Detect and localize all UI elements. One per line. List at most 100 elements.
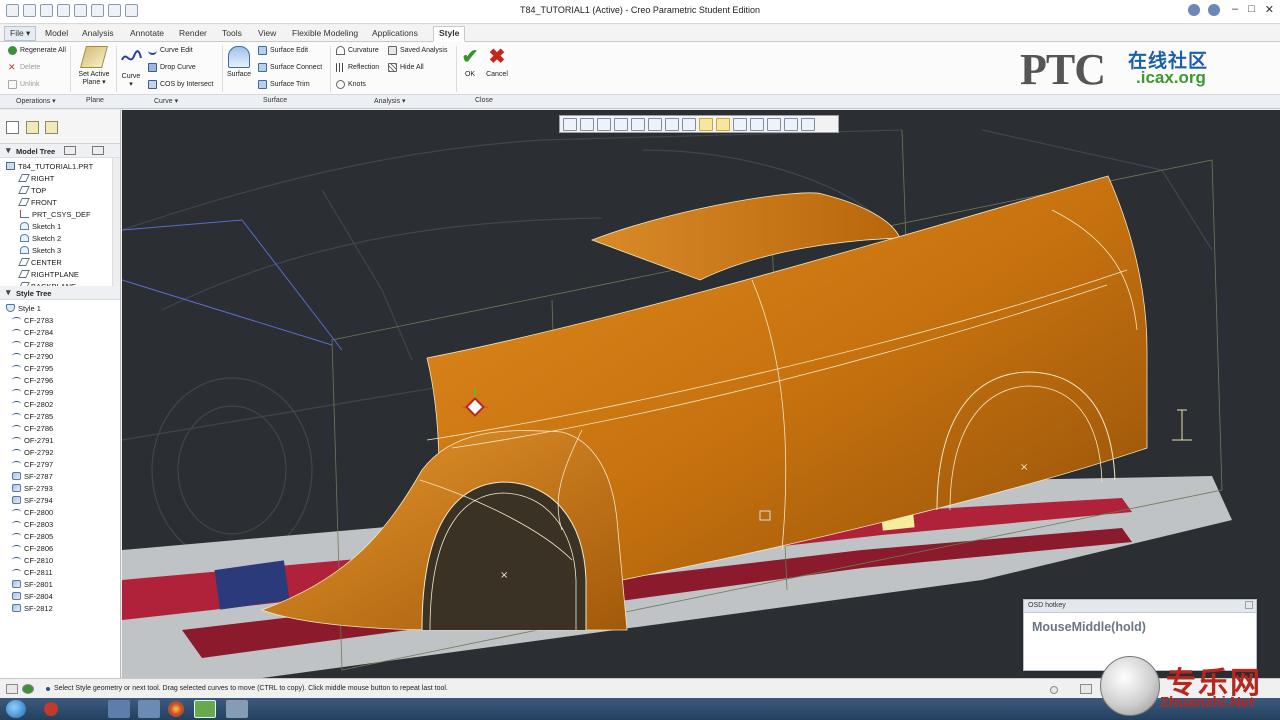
tree-item-rightplane[interactable]: RIGHTPLANE xyxy=(6,268,120,280)
favorites-icon[interactable] xyxy=(45,121,58,134)
set-active-plane-button[interactable]: Set Active Plane ▾ xyxy=(74,46,114,86)
style-tree-item[interactable]: CF-2796 xyxy=(6,374,120,386)
style-tree-item[interactable]: SF-2793 xyxy=(6,482,120,494)
model-tree-scrollbar[interactable] xyxy=(112,158,120,286)
zoom-in-icon[interactable] xyxy=(580,117,594,131)
style-tree-item[interactable]: CF-2785 xyxy=(6,410,120,422)
style-tree-item[interactable]: CF-2786 xyxy=(6,422,120,434)
spin-center-toggle-icon[interactable] xyxy=(733,117,747,131)
datum-display-icon[interactable] xyxy=(699,117,713,131)
unlink-button[interactable]: Unlink xyxy=(8,80,39,89)
style-tree-item[interactable]: CF-2795 xyxy=(6,362,120,374)
search-help-icon[interactable] xyxy=(1208,4,1220,16)
tab-annotate[interactable]: Annotate xyxy=(125,27,169,39)
style-tree-item[interactable]: CF-2790 xyxy=(6,350,120,362)
taskbar-app-icon[interactable] xyxy=(226,700,248,718)
tab-view[interactable]: View xyxy=(253,27,281,39)
regenerate-all-button[interactable]: Regenerate All xyxy=(8,46,66,55)
tab-file[interactable]: File ▾ xyxy=(4,26,37,41)
knots-button[interactable]: Knots xyxy=(336,80,366,89)
osd-close-icon[interactable] xyxy=(1245,601,1253,609)
minimize-button[interactable]: – xyxy=(1232,3,1238,16)
surface-trim-button[interactable]: Surface Trim xyxy=(258,80,310,89)
surface-connect-button[interactable]: Surface Connect xyxy=(258,63,322,72)
tab-analysis[interactable]: Analysis xyxy=(77,27,119,39)
tree-item-center[interactable]: CENTER xyxy=(6,256,120,268)
drop-curve-button[interactable]: Drop Curve xyxy=(148,63,196,72)
tab-style[interactable]: Style xyxy=(433,26,466,42)
view-normal-icon[interactable] xyxy=(784,117,798,131)
style-tree-item[interactable]: CF-2783 xyxy=(6,314,120,326)
tab-flexible-modeling[interactable]: Flexible Modeling xyxy=(287,27,363,39)
tree-item-part[interactable]: T84_TUTORIAL1.PRT xyxy=(6,160,120,172)
style-tree-item[interactable]: SF-2804 xyxy=(6,590,120,602)
help-icon[interactable] xyxy=(1188,4,1200,16)
style-tree-item[interactable]: SF-2801 xyxy=(6,578,120,590)
zoom-out-icon[interactable] xyxy=(597,117,611,131)
browser-icon[interactable] xyxy=(168,701,184,717)
curve-button[interactable]: Curve ▾ xyxy=(118,46,144,88)
taskbar-app-icon[interactable] xyxy=(138,700,160,718)
tree-item-sketch-3[interactable]: Sketch 3 xyxy=(6,244,120,256)
taskbar-app-icon[interactable] xyxy=(44,702,58,716)
surface-button[interactable]: Surface xyxy=(224,46,254,78)
style-tree-item[interactable]: CF-2811 xyxy=(6,566,120,578)
creo-taskbar-icon[interactable] xyxy=(194,700,216,718)
hide-all-button[interactable]: Hide All xyxy=(388,63,424,72)
style-tree-item[interactable]: CF-2799 xyxy=(6,386,120,398)
surface-edit-button[interactable]: Surface Edit xyxy=(258,46,308,55)
taskbar-app-icon[interactable] xyxy=(108,700,130,718)
saved-orientations-icon[interactable] xyxy=(648,117,662,131)
perspective-icon[interactable] xyxy=(682,117,696,131)
tree-settings-icon[interactable] xyxy=(64,146,76,155)
cos-by-intersect-button[interactable]: COS by Intersect xyxy=(148,80,213,89)
style-tree-item[interactable]: CF-2805 xyxy=(6,530,120,542)
show-menu-icon[interactable] xyxy=(92,146,104,155)
close-button[interactable]: ✕ xyxy=(1265,3,1274,16)
tree-item-right[interactable]: RIGHT xyxy=(6,172,120,184)
style-tree-item[interactable]: CF-2810 xyxy=(6,554,120,566)
tab-render[interactable]: Render xyxy=(174,27,212,39)
browser-toggle-icon[interactable] xyxy=(22,684,34,694)
tab-model[interactable]: Model xyxy=(40,27,73,39)
tab-applications[interactable]: Applications xyxy=(367,27,423,39)
curvature-button[interactable]: Curvature xyxy=(336,46,379,55)
style-tree-item[interactable]: CF-2803 xyxy=(6,518,120,530)
curve-group-label[interactable]: Curve ▾ xyxy=(154,97,178,105)
cancel-button[interactable]: ✖ Cancel xyxy=(484,46,510,78)
section-icon[interactable] xyxy=(750,117,764,131)
tab-tools[interactable]: Tools xyxy=(217,27,247,39)
saved-analysis-button[interactable]: Saved Analysis xyxy=(388,46,447,55)
display-style-icon[interactable] xyxy=(631,117,645,131)
style-tree-header[interactable]: Style Tree xyxy=(0,286,120,300)
folder-browser-icon[interactable] xyxy=(26,121,39,134)
annotation-display-icon[interactable] xyxy=(716,117,730,131)
style-tree-item[interactable]: CF-2806 xyxy=(6,542,120,554)
curve-edit-button[interactable]: Curve Edit xyxy=(148,46,193,55)
style-display-icon[interactable] xyxy=(801,117,815,131)
style-tree-item[interactable]: OF-2792 xyxy=(6,446,120,458)
style-tree-item[interactable]: SF-2787 xyxy=(6,470,120,482)
analysis-group-label[interactable]: Analysis ▾ xyxy=(374,97,406,105)
maximize-button[interactable]: □ xyxy=(1248,3,1255,16)
style-tree-item[interactable]: OF-2791 xyxy=(6,434,120,446)
style-tree-item[interactable]: CF-2797 xyxy=(6,458,120,470)
appearance-icon[interactable] xyxy=(767,117,781,131)
tree-item-sketch-1[interactable]: Sketch 1 xyxy=(6,220,120,232)
ok-button[interactable]: ✔ OK xyxy=(459,46,481,78)
graphics-window[interactable]: × × OSD hotkey MouseMiddle(hold) xyxy=(122,110,1280,678)
style-tree-item[interactable]: CF-2784 xyxy=(6,326,120,338)
style-tree-item[interactable]: CF-2800 xyxy=(6,506,120,518)
tree-item-front[interactable]: FRONT xyxy=(6,196,120,208)
style-tree-item[interactable]: CF-2802 xyxy=(6,398,120,410)
model-view[interactable]: × × xyxy=(122,110,1280,678)
start-button[interactable] xyxy=(6,700,26,718)
repaint-icon[interactable] xyxy=(614,117,628,131)
navigator-toggle-icon[interactable] xyxy=(6,684,18,694)
style-tree-root[interactable]: Style 1 xyxy=(6,302,120,314)
delete-button[interactable]: ✕ Delete xyxy=(8,63,40,72)
tree-item-top[interactable]: TOP xyxy=(6,184,120,196)
refit-icon[interactable] xyxy=(563,117,577,131)
selection-filter-icon[interactable] xyxy=(1080,684,1092,694)
tree-item-csys[interactable]: PRT_CSYS_DEF xyxy=(6,208,120,220)
